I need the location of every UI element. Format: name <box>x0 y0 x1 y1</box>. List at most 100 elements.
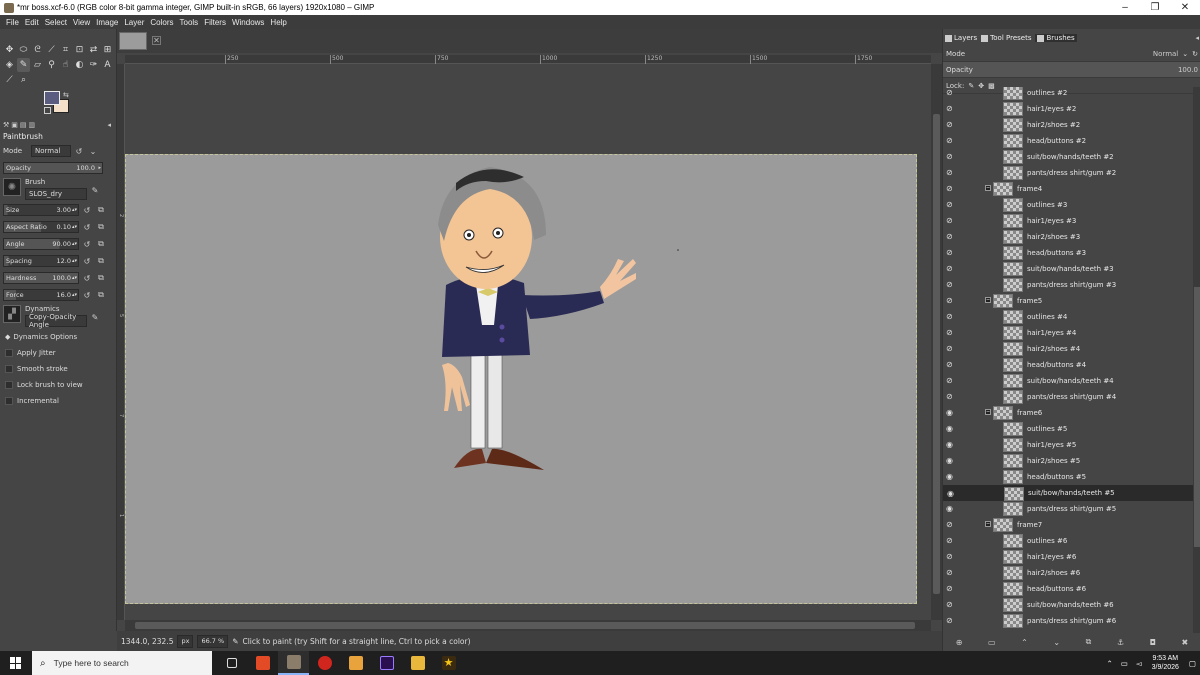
menu-item-edit[interactable]: Edit <box>22 18 42 27</box>
image-tab-thumbnail[interactable] <box>119 32 147 50</box>
layer-row[interactable]: ⊘ outlines #6 <box>943 533 1193 549</box>
layer-mode-select[interactable]: Normal <box>1153 50 1178 58</box>
collapse-icon[interactable]: − <box>985 185 991 191</box>
slider-angle[interactable]: Angle 90.00 ▴▾ <box>3 238 79 250</box>
dodge-icon[interactable]: ◐ <box>73 58 86 72</box>
edit-brush-icon[interactable]: ✎ <box>89 184 101 196</box>
tab-tool-presets[interactable]: Tool Presets <box>981 34 1031 42</box>
bucket-fill-icon[interactable]: ◈ <box>3 58 16 72</box>
menu-item-image[interactable]: Image <box>93 18 121 27</box>
text-tool-icon[interactable]: A <box>101 58 114 72</box>
layer-mode-reset-icon[interactable]: ↻ <box>1192 50 1198 58</box>
zoom-icon[interactable]: ⌕ <box>17 73 30 87</box>
layer-opacity-slider[interactable]: Opacity 100.0 <box>943 62 1200 78</box>
network-icon[interactable]: ▭ <box>1121 659 1128 668</box>
eye-hidden-icon[interactable]: ⊘ <box>946 328 960 338</box>
panel-menu-icon[interactable]: ◂ <box>107 121 111 129</box>
layer-row[interactable]: ⊘ head/buttons #6 <box>943 581 1193 597</box>
vertical-scrollbar[interactable] <box>931 64 942 620</box>
new-layer-icon[interactable]: ⊕ <box>956 638 963 647</box>
close-button[interactable]: ✕ <box>1170 0 1200 15</box>
eye-hidden-icon[interactable]: ⊘ <box>946 520 960 530</box>
mode-dropdown-icon[interactable]: ⌄ <box>87 145 99 157</box>
eye-icon[interactable]: ◉ <box>946 408 960 418</box>
eye-icon[interactable]: ◉ <box>946 472 960 482</box>
taskbar-search[interactable]: ⌕ Type here to search <box>32 651 212 675</box>
transform-icon[interactable]: ⊡ <box>73 43 86 57</box>
mode-reset-icon[interactable]: ↺ <box>73 145 85 157</box>
brush-name[interactable]: SLOS_dry <box>25 188 87 200</box>
layer-row[interactable]: ⊘ hair1/eyes #6 <box>943 549 1193 565</box>
close-image-tab-icon[interactable]: ✕ <box>152 36 161 45</box>
notifications-icon[interactable]: ▢ <box>1189 659 1196 668</box>
canvas-area[interactable] <box>125 64 931 620</box>
menu-item-windows[interactable]: Windows <box>229 18 267 27</box>
swap-colors-icon[interactable]: ⇆ <box>63 91 69 99</box>
duplicate-layer-icon[interactable]: ⧉ <box>1086 637 1092 647</box>
layer-row[interactable]: ⊘ outlines #4 <box>943 309 1193 325</box>
eye-icon[interactable]: ◉ <box>946 504 960 514</box>
slider-size[interactable]: Size 3.00 ▴▾ <box>3 204 79 216</box>
menu-item-colors[interactable]: Colors <box>147 18 176 27</box>
smudge-icon[interactable]: ☝ <box>59 58 72 72</box>
brush-preview[interactable]: ✺ <box>3 178 21 196</box>
cage-icon[interactable]: ⊞ <box>101 43 114 57</box>
brave-browser-icon[interactable] <box>247 651 278 675</box>
eraser-icon[interactable]: ▱ <box>31 58 44 72</box>
color-picker-icon[interactable]: ⟋ <box>3 73 16 87</box>
fuzzy-select-icon[interactable]: ⟋ <box>45 43 58 57</box>
layer-row[interactable]: ◉ pants/dress shirt/gum #5 <box>943 501 1193 517</box>
raise-layer-icon[interactable]: ⌃ <box>1021 638 1028 647</box>
layer-group-row[interactable]: ◉ − frame6 <box>943 405 1193 421</box>
zoom-select[interactable]: 66.7 % <box>197 634 229 648</box>
checkbox-apply-jitter[interactable]: Apply Jitter <box>3 346 114 360</box>
eye-hidden-icon[interactable]: ⊘ <box>946 616 960 626</box>
foreground-color-swatch[interactable] <box>44 91 60 105</box>
layer-group-row[interactable]: ⊘ − frame5 <box>943 293 1193 309</box>
layer-group-row[interactable]: ⊘ − frame4 <box>943 181 1193 197</box>
link-icon[interactable]: ⧉ <box>95 289 107 301</box>
layer-row[interactable]: ⊘ hair2/shoes #4 <box>943 341 1193 357</box>
layer-row[interactable]: ⊘ pants/dress shirt/gum #3 <box>943 277 1193 293</box>
star-app-icon[interactable]: ★ <box>433 651 464 675</box>
link-icon[interactable]: ⧉ <box>95 255 107 267</box>
eye-icon[interactable]: ◉ <box>947 489 961 499</box>
reset-icon[interactable]: ↺ <box>81 255 93 267</box>
eye-hidden-icon[interactable]: ⊘ <box>946 360 960 370</box>
file-explorer-icon[interactable] <box>402 651 433 675</box>
eye-hidden-icon[interactable]: ⊘ <box>946 312 960 322</box>
checkbox-incremental[interactable]: Incremental <box>3 394 114 408</box>
default-colors-icon[interactable] <box>44 107 51 114</box>
eye-hidden-icon[interactable]: ⊘ <box>946 392 960 402</box>
tool-options-tab-icon[interactable]: ⚒ <box>3 121 9 129</box>
undo-history-tab-icon[interactable]: ▤ <box>20 121 27 129</box>
crop-icon[interactable]: ⌗ <box>59 43 72 57</box>
eye-hidden-icon[interactable]: ⊘ <box>946 216 960 226</box>
layer-row[interactable]: ◉ hair2/shoes #5 <box>943 453 1193 469</box>
reset-icon[interactable]: ↺ <box>81 238 93 250</box>
fg-bg-colors[interactable]: ⇆ <box>44 91 72 117</box>
link-icon[interactable]: ⧉ <box>95 238 107 250</box>
after-effects-icon[interactable] <box>371 651 402 675</box>
eye-hidden-icon[interactable]: ⊘ <box>946 376 960 386</box>
layer-row[interactable]: ⊘ suit/bow/hands/teeth #4 <box>943 373 1193 389</box>
clock[interactable]: 9:53 AM 3/9/2026 <box>1152 654 1179 672</box>
eye-hidden-icon[interactable]: ⊘ <box>946 264 960 274</box>
eye-hidden-icon[interactable]: ⊘ <box>946 584 960 594</box>
layer-row[interactable]: ⊘ hair2/shoes #3 <box>943 229 1193 245</box>
layer-row[interactable]: ⊘ hair1/eyes #3 <box>943 213 1193 229</box>
layer-row[interactable]: ⊘ outlines #3 <box>943 197 1193 213</box>
edit-dynamics-icon[interactable]: ✎ <box>89 311 101 323</box>
eye-hidden-icon[interactable]: ⊘ <box>946 600 960 610</box>
tab-layers[interactable]: Layers <box>945 34 977 42</box>
gimp-taskbar-icon[interactable] <box>278 651 309 675</box>
reset-icon[interactable]: ↺ <box>81 221 93 233</box>
eye-hidden-icon[interactable]: ⊘ <box>946 552 960 562</box>
unit-select[interactable]: px <box>177 634 194 648</box>
media-player-icon[interactable] <box>340 651 371 675</box>
layer-row[interactable]: ⊘ pants/dress shirt/gum #4 <box>943 389 1193 405</box>
eye-hidden-icon[interactable]: ⊘ <box>946 536 960 546</box>
mode-select[interactable]: Normal <box>31 145 71 157</box>
reset-icon[interactable]: ↺ <box>81 289 93 301</box>
layer-row[interactable]: ⊘ suit/bow/hands/teeth #3 <box>943 261 1193 277</box>
